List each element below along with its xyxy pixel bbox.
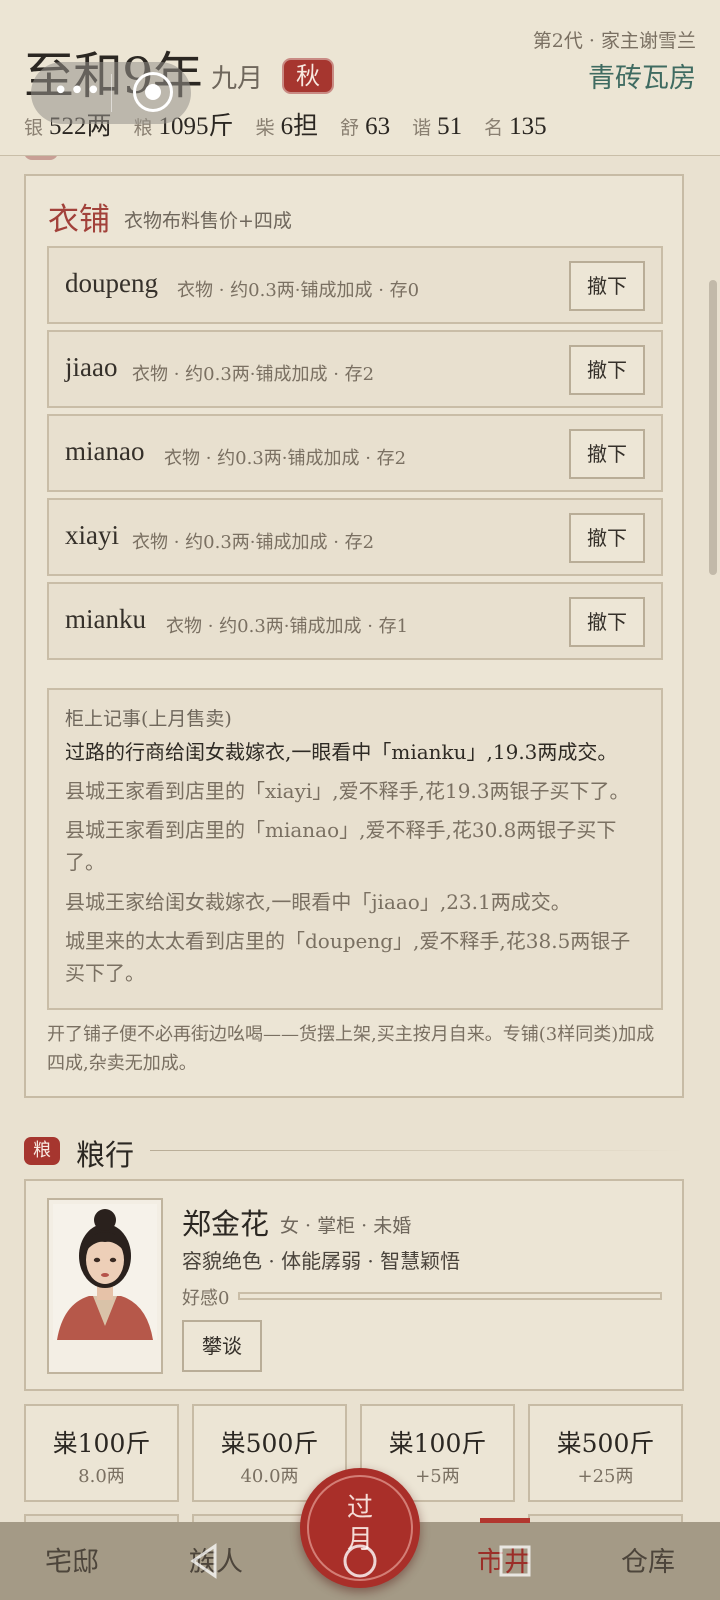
shop-item: mianao 衣物 · 约0.3两·铺成加成 · 存2 撤下 [47, 414, 663, 492]
shop-item: mianku 衣物 · 约0.3两·铺成加成 · 存1 撤下 [47, 582, 663, 660]
remove-button[interactable]: 撤下 [569, 429, 645, 479]
more-icon[interactable]: ••• [53, 76, 102, 106]
item-meta: 衣物 · 约0.3两·铺成加成 · 存0 [177, 280, 420, 301]
remove-button[interactable]: 撤下 [569, 345, 645, 395]
ledger-entry: 过路的行商给闺女裁嫁衣,一眼看中「mianku」,19.3两成交。 [65, 740, 618, 764]
shop-item: xiayi 衣物 · 约0.3两·铺成加成 · 存2 撤下 [47, 498, 663, 576]
remove-button[interactable]: 撤下 [569, 597, 645, 647]
shop-bonus-desc: 衣物布料售价+四成 [124, 210, 292, 232]
system-back-icon[interactable] [185, 1542, 223, 1580]
miniprogram-capsule: ••• [31, 62, 191, 124]
item-name: mianao [65, 436, 145, 466]
ledger-entry: 县城王家看到店里的「xiayi」,爱不释手,花19.3两银子买下了。 [65, 779, 630, 803]
item-name: doupeng [65, 268, 158, 298]
scrollbar-thumb[interactable] [709, 280, 717, 575]
stat-harmony: 谐 51 [412, 113, 463, 140]
grain-section-icon: 粮 [24, 1137, 60, 1165]
sales-ledger: 柜上记事(上月售卖) 过路的行商给闺女裁嫁衣,一眼看中「mianku」,19.3… [47, 688, 663, 1010]
favor-label: 好感0 [182, 1288, 230, 1309]
ledger-entry: 县城王家看到店里的「mianao」,爱不释手,花30.8两银子买下了。 [65, 818, 617, 874]
shopkeeper-traits: 容貌绝色 · 体能孱弱 · 智慧颖悟 [182, 1249, 461, 1273]
shop-title: 衣铺 [48, 202, 110, 238]
remove-button[interactable]: 撤下 [569, 261, 645, 311]
stat-firewood: 柴 6担 [255, 113, 319, 140]
stat-fame: 名 135 [484, 113, 547, 140]
favor-progress-bar [238, 1292, 662, 1300]
trade-label: 粜100斤 [388, 1429, 487, 1458]
ledger-entry: 县城王家给闺女裁嫁衣,一眼看中「jiaao」,23.1两成交。 [65, 890, 571, 914]
current-month: 九月 [211, 64, 264, 94]
item-meta: 衣物 · 约0.3两·铺成加成 · 存2 [132, 364, 375, 385]
grain-section-title: 粮行 [76, 1138, 135, 1172]
shopkeeper-portrait[interactable] [47, 1198, 163, 1374]
remove-button[interactable]: 撤下 [569, 513, 645, 563]
shopkeeper-meta: 女 · 掌柜 · 未婚 [280, 1215, 412, 1237]
system-recents-icon[interactable] [496, 1542, 534, 1580]
nav-mansion[interactable]: 宅邸 [12, 1540, 132, 1579]
trade-label: 粜500斤 [220, 1429, 319, 1458]
residence-label[interactable]: 青砖瓦房 [588, 56, 696, 95]
trade-label: 粜500斤 [556, 1429, 655, 1458]
capsule-divider [111, 74, 112, 112]
item-name: jiaao [65, 352, 118, 382]
generation-info: 第2代 · 家主谢雪兰 [532, 30, 696, 52]
season-badge: 秋 [282, 58, 334, 94]
clothing-shop-panel: 衣铺 衣物布料售价+四成 doupeng 衣物 · 约0.3两·铺成加成 · 存… [24, 174, 684, 1098]
shopkeeper-name: 郑金花 [182, 1207, 270, 1241]
stat-comfort: 舒 63 [340, 113, 391, 140]
item-name: xiayi [65, 520, 119, 550]
system-home-icon[interactable] [341, 1542, 379, 1580]
close-target-icon[interactable] [133, 72, 173, 112]
trade-label: 粜100斤 [52, 1429, 151, 1458]
portrait-image [53, 1204, 157, 1340]
item-meta: 衣物 · 约0.3两·铺成加成 · 存2 [164, 448, 407, 469]
trade-price: 8.0两 [78, 1466, 125, 1487]
trade-button[interactable]: 粜100斤 8.0两 [24, 1404, 179, 1502]
nav-active-indicator [480, 1518, 530, 1523]
shop-item: doupeng 衣物 · 约0.3两·铺成加成 · 存0 撤下 [47, 246, 663, 324]
section-divider [150, 1150, 684, 1151]
item-name: mianku [65, 604, 146, 634]
shop-item: jiaao 衣物 · 约0.3两·铺成加成 · 存2 撤下 [47, 330, 663, 408]
trade-price: +25两 [577, 1466, 634, 1487]
chat-button[interactable]: 攀谈 [182, 1320, 262, 1372]
item-meta: 衣物 · 约0.3两·铺成加成 · 存2 [132, 532, 375, 553]
shopkeeper-card: 郑金花 女 · 掌柜 · 未婚 容貌绝色 · 体能孱弱 · 智慧颖悟 好感0 攀… [24, 1179, 684, 1391]
ledger-title: 柜上记事(上月售卖) [65, 708, 232, 730]
trade-button[interactable]: 粜500斤 +25两 [528, 1404, 683, 1502]
nav-warehouse[interactable]: 仓库 [588, 1540, 708, 1579]
shop-note: 开了铺子便不必再街边吆喝——货摆上架,买主按月自来。专铺(3样同类)加成四成,杂… [47, 1024, 655, 1074]
ledger-entry: 城里来的太太看到店里的「doupeng」,爱不释手,花38.5两银子买下了。 [65, 929, 631, 985]
item-meta: 衣物 · 约0.3两·铺成加成 · 存1 [166, 616, 409, 637]
